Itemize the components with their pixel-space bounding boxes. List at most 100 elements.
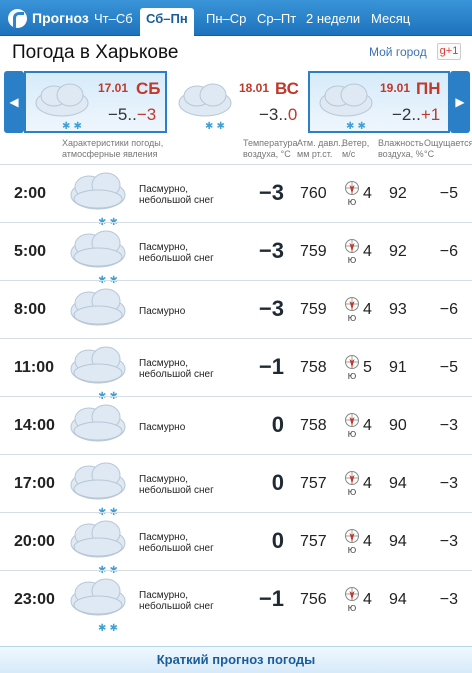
table-row: 8:00 Пасмурно −3 759 Ю 4 93 −6 — [0, 280, 472, 338]
tab-two-weeks[interactable]: 2 недели — [300, 8, 366, 36]
svg-text:✱ ✱: ✱ ✱ — [346, 121, 366, 131]
snow-cloud-icon: ✱ ✱ — [319, 83, 373, 131]
chevron-right-icon: ▶ — [455, 95, 465, 109]
row-temperature: 0 — [271, 528, 284, 553]
day-date: 18.01 — [239, 81, 270, 95]
row-time: 20:00 — [14, 533, 55, 550]
row-pressure: 759 — [300, 243, 327, 260]
table-row: 5:00 ✱ ✱ Пасмурно, небольшой снег −3 759 Ю 4 92 −… — [0, 222, 472, 285]
column-header-wind: Ветер, м/с — [342, 138, 370, 159]
column-header-pressure: Атм. давл., мм рт.ст. — [297, 138, 344, 159]
row-humidity: 94 — [389, 591, 407, 608]
column-header-feels: Ощущается, °С — [424, 138, 472, 159]
wind-direction-icon: Ю — [345, 587, 359, 613]
row-time: 2:00 — [14, 185, 47, 202]
row-feels-like: −3 — [439, 417, 458, 434]
row-feels-like: −6 — [439, 243, 458, 260]
svg-text:Ю: Ю — [348, 546, 357, 555]
row-condition: Пасмурно, небольшой снег — [139, 184, 214, 206]
row-temperature: −1 — [258, 586, 284, 611]
snow-cloud-icon: ✱ ✱ — [35, 83, 89, 131]
brand[interactable]: Прогноз — [8, 8, 89, 28]
day-date: 19.01 — [380, 81, 411, 95]
row-condition: Пасмурно, небольшой снег — [139, 358, 214, 380]
short-forecast-label: Краткий прогноз погоды — [156, 652, 316, 667]
row-condition: Пасмурно — [139, 306, 186, 317]
page-title: Погода в Харькове — [12, 42, 179, 63]
table-row: 14:00 Пасмурно 0 758 Ю 4 90 −3 — [0, 396, 472, 454]
row-wind-speed: 4 — [363, 533, 372, 550]
row-temperature: 0 — [271, 470, 284, 495]
row-wind-speed: 4 — [363, 475, 372, 492]
snow-cloud-icon: ✱ ✱ — [70, 520, 126, 575]
tab-sat-mon[interactable]: Сб–Пн — [140, 8, 194, 36]
row-time: 23:00 — [14, 591, 55, 608]
svg-text:Ю: Ю — [348, 604, 357, 613]
gplus-button[interactable]: g+1 — [437, 43, 461, 60]
row-condition: Пасмурно, небольшой снег — [139, 590, 214, 612]
svg-text:Ю: Ю — [348, 430, 357, 439]
row-humidity: 94 — [389, 475, 407, 492]
row-condition: Пасмурно — [139, 422, 186, 433]
table-row: 23:00 ✱ ✱ Пасмурно, небольшой снег −1 756 Ю 4 94… — [0, 570, 472, 633]
wind-direction-icon: Ю — [345, 529, 359, 555]
column-header-temperature: Температура воздуха, °С — [243, 138, 298, 159]
tab-thu-sat[interactable]: Чт–Сб — [88, 8, 139, 36]
wind-direction-icon: Ю — [345, 471, 359, 497]
row-feels-like: −5 — [439, 359, 458, 376]
tab-month[interactable]: Месяц — [365, 8, 416, 36]
row-condition: Пасмурно, небольшой снег — [139, 474, 214, 496]
snow-cloud-icon: ✱ ✱ — [70, 346, 126, 401]
row-pressure: 759 — [300, 301, 327, 318]
row-humidity: 93 — [389, 301, 407, 318]
day-name: ВС — [275, 79, 299, 98]
wind-direction-icon: Ю — [345, 413, 359, 439]
row-time: 11:00 — [14, 359, 55, 376]
day-card-mon[interactable]: ✱ ✱ 19.01 ПН −2..+1 — [308, 71, 450, 133]
row-wind-speed: 4 — [363, 591, 372, 608]
row-humidity: 92 — [389, 185, 407, 202]
row-temperature: −3 — [258, 296, 284, 321]
cloud-icon — [70, 288, 126, 326]
table-row: 11:00 ✱ ✱ Пасмурно, небольшой снег −1 758 Ю 5 91… — [0, 338, 472, 401]
tab-wed-fri[interactable]: Ср–Пт — [251, 8, 302, 36]
row-temperature: 0 — [271, 412, 284, 437]
row-feels-like: −6 — [439, 301, 458, 318]
row-wind-speed: 4 — [363, 243, 372, 260]
brand-label: Прогноз — [32, 10, 89, 26]
day-card-sat[interactable]: ✱ ✱ 17.01 СБ −5..−3 — [24, 71, 167, 133]
row-temperature: −1 — [258, 354, 284, 379]
table-row: 2:00 ✱ ✱ Пасмурно, небольшой снег −3 760 Ю 4 92 −… — [0, 164, 472, 227]
row-pressure: 756 — [300, 591, 327, 608]
row-time: 5:00 — [14, 243, 47, 260]
snow-cloud-icon: ✱ ✱ — [70, 172, 126, 227]
svg-text:Ю: Ю — [348, 198, 357, 207]
day-temp: −2..+1 — [392, 105, 441, 124]
row-time: 17:00 — [14, 475, 55, 492]
row-wind-speed: 4 — [363, 301, 372, 318]
row-humidity: 91 — [389, 359, 407, 376]
wind-direction-icon: Ю — [345, 239, 359, 265]
short-forecast-link[interactable]: Краткий прогноз погоды — [0, 646, 472, 673]
svg-text:Ю: Ю — [348, 372, 357, 381]
svg-text:✱ ✱: ✱ ✱ — [98, 623, 118, 633]
row-condition: Пасмурно, небольшой снег — [139, 242, 214, 264]
day-temp: −5..−3 — [108, 105, 157, 124]
tab-mon-wed[interactable]: Пн–Ср — [200, 8, 252, 36]
row-feels-like: −5 — [439, 185, 458, 202]
row-time: 8:00 — [14, 301, 47, 318]
svg-text:Ю: Ю — [348, 314, 357, 323]
prev-days-button[interactable]: ◀ — [4, 71, 24, 133]
day-strip: ◀ ✱ ✱ 17.01 СБ −5..−3 ✱ ✱ 18.01 ВС −3..0… — [0, 71, 472, 133]
wind-direction-icon: Ю — [345, 181, 359, 207]
row-pressure: 757 — [300, 533, 327, 550]
column-header-condition: Характеристики погоды, атмосферные явлени… — [62, 138, 164, 159]
row-humidity: 90 — [389, 417, 407, 434]
next-days-button[interactable]: ▶ — [450, 71, 470, 133]
my-city-link[interactable]: Мой город — [369, 45, 427, 59]
row-temperature: −3 — [258, 238, 284, 263]
day-card-sun[interactable]: ✱ ✱ 18.01 ВС −3..0 — [167, 71, 308, 133]
table-row: 20:00 ✱ ✱ Пасмурно, небольшой снег 0 757 Ю 4 94 −… — [0, 512, 472, 575]
day-name: СБ — [136, 79, 161, 98]
row-time: 14:00 — [14, 417, 55, 434]
